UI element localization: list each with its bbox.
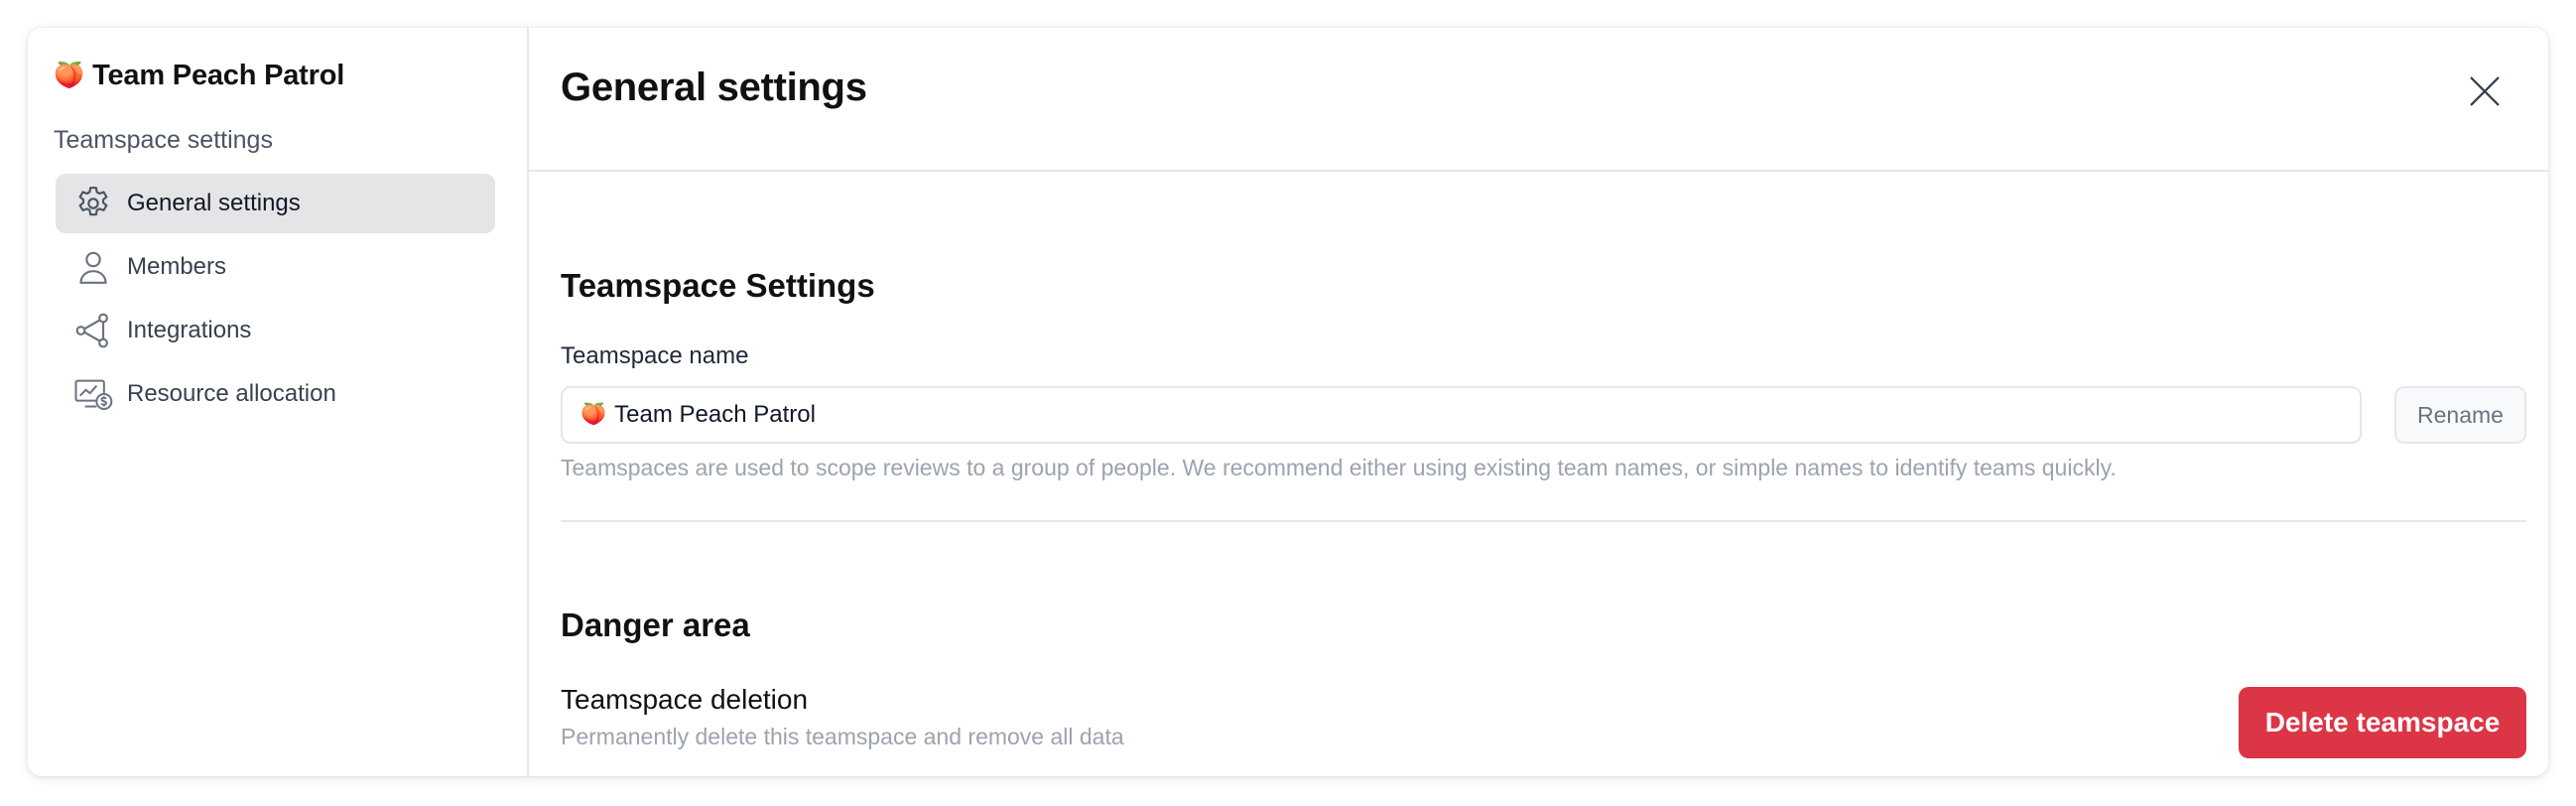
teamspace-name-label: Teamspace name [561, 342, 749, 369]
sidebar-item-label: Integrations [127, 317, 252, 343]
sidebar-item-label: General settings [127, 190, 301, 216]
teamspace-name-input[interactable] [614, 401, 2302, 429]
main-panel: General settings Teamspace Settings Team… [529, 28, 2548, 776]
sidebar-item-label: Members [127, 253, 227, 280]
monitor-dollar-icon [73, 374, 113, 414]
peach-icon: 🍑 [580, 403, 607, 426]
sidebar-item-resource-allocation[interactable]: Resource allocation [56, 364, 495, 424]
section-title-teamspace-settings: Teamspace Settings [561, 267, 875, 304]
section-title-danger-area: Danger area [561, 606, 750, 643]
teamspace-name-field[interactable]: 🍑 [561, 386, 2362, 444]
teamspace-name-helper: Teamspaces are used to scope reviews to … [561, 455, 2117, 480]
gear-icon [73, 184, 113, 223]
team-header: 🍑 Team Peach Patrol [54, 54, 501, 97]
sidebar-item-integrations[interactable]: Integrations [56, 301, 495, 360]
sidebar-item-members[interactable]: Members [56, 237, 495, 297]
teamspace-deletion-label: Teamspace deletion [561, 684, 809, 715]
settings-modal: 🍑 Team Peach Patrol Teamspace settings G… [28, 28, 2548, 776]
main-header: General settings [529, 28, 2548, 172]
section-divider [561, 520, 2526, 522]
sidebar-heading: Teamspace settings [54, 126, 273, 154]
sidebar-item-general-settings[interactable]: General settings [56, 174, 495, 233]
close-button[interactable] [2465, 71, 2505, 111]
team-name: Team Peach Patrol [92, 59, 345, 91]
rename-button[interactable]: Rename [2394, 386, 2526, 444]
sidebar-item-label: Resource allocation [127, 380, 336, 407]
page-title: General settings [561, 66, 867, 109]
teamspace-deletion-description: Permanently delete this teamspace and re… [561, 724, 1124, 749]
sidebar: 🍑 Team Peach Patrol Teamspace settings G… [28, 28, 529, 776]
peach-icon: 🍑 [54, 61, 85, 89]
sidebar-nav: General settings Members Integrations Re… [54, 174, 501, 424]
user-icon [73, 247, 113, 287]
delete-teamspace-button[interactable]: Delete teamspace [2239, 687, 2526, 758]
share-nodes-icon [73, 311, 113, 350]
close-icon [2470, 76, 2500, 106]
